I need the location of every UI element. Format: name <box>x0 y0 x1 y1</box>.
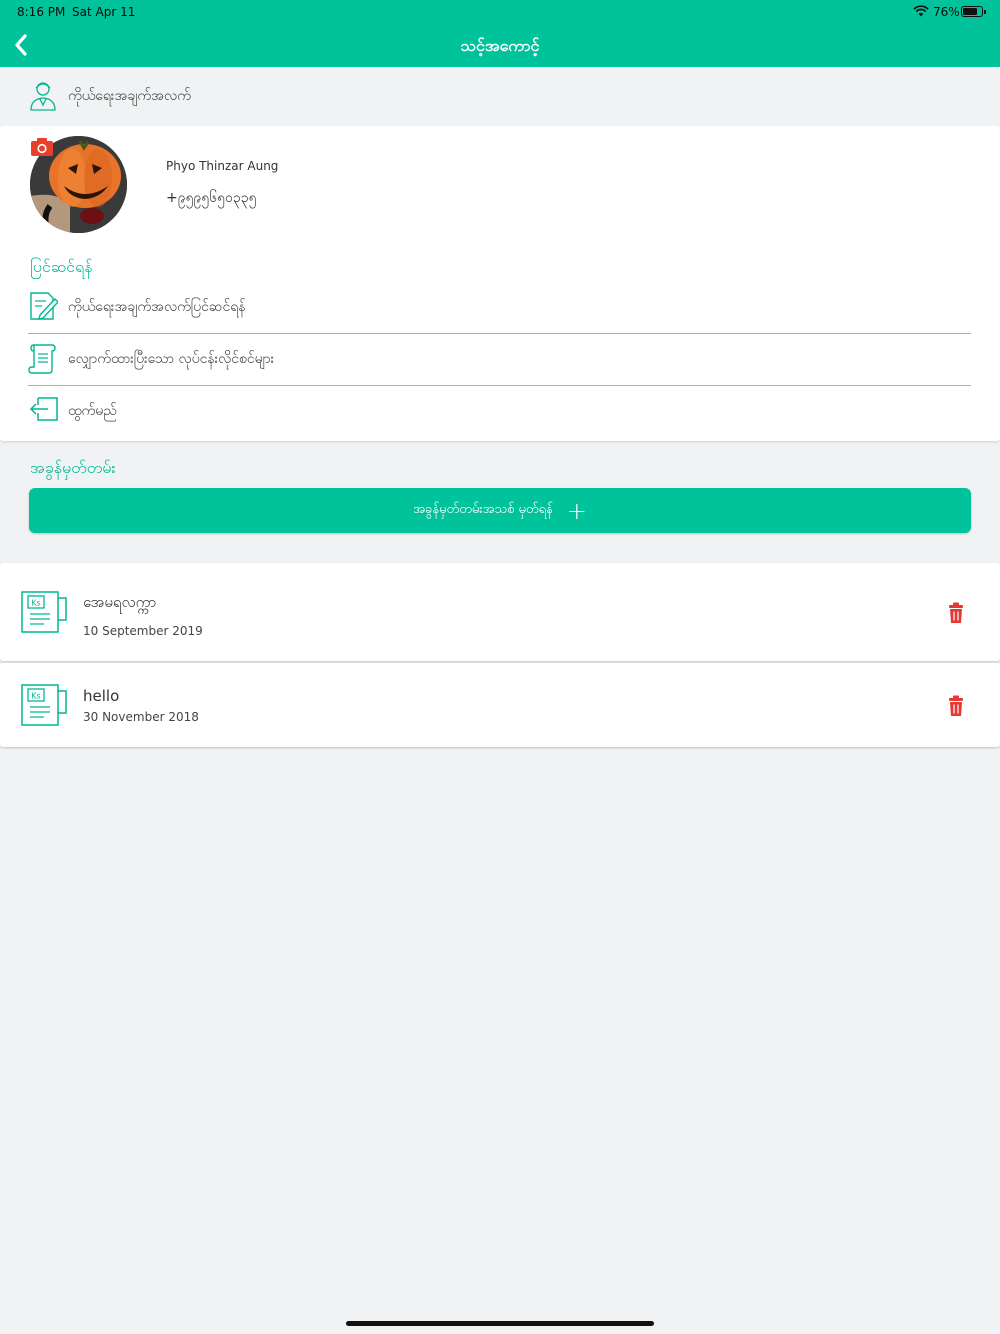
tax-record-date: 10 September 2019 <box>83 624 203 638</box>
nav-bar: သင့်အကောင့် <box>0 22 1000 67</box>
logout-icon <box>28 394 60 428</box>
user-outline-icon <box>28 79 58 115</box>
tax-records-title: အခွန်မှတ်တမ်း <box>30 458 116 477</box>
status-date: Sat Apr 11 <box>72 5 136 19</box>
menu-item-label: ကိုယ်ရေးအချက်အလက်ပြင်ဆင်ရန် <box>68 299 246 315</box>
menu-item-applied-licenses[interactable]: လျှောက်ထားပြီးသော လုပ်ငန်းလိုင်စင်များ <box>28 334 971 386</box>
page-title: သင့်အကောင့် <box>460 36 540 55</box>
ks-document-icon: Ks <box>20 590 68 638</box>
edit-section-title: ပြင်ဆင်ရန် <box>30 257 93 276</box>
tax-record-row[interactable]: Ks hello 30 November 2018 <box>0 663 1000 747</box>
camera-button[interactable] <box>30 137 54 157</box>
battery-percent: 76% <box>933 5 960 19</box>
tax-record-row[interactable]: Ks အေမရလက္ကာ 10 September 2019 <box>0 563 1000 661</box>
personal-info-header: ကိုယ်ရေးအချက်အလက် <box>0 67 1000 125</box>
profile-phone: +၉၅၉၅၆၅၀၃၃၅ <box>166 190 257 206</box>
tax-record-title: hello <box>83 687 120 705</box>
trash-icon <box>949 602 963 623</box>
svg-text:Ks: Ks <box>31 599 40 608</box>
svg-text:Ks: Ks <box>31 692 40 701</box>
battery-fill <box>963 8 977 15</box>
tax-record-date: 30 November 2018 <box>83 710 199 724</box>
status-time: 8:16 PM <box>17 5 66 19</box>
edit-document-icon <box>28 290 59 326</box>
profile-name: Phyo Thinzar Aung <box>166 159 279 173</box>
status-bar: 8:16 PM Sat Apr 11 76% <box>0 0 1000 22</box>
camera-icon <box>31 138 53 156</box>
wifi-icon <box>913 5 929 20</box>
menu-item-label: လျှောက်ထားပြီးသော လုပ်ငန်းလိုင်စင်များ <box>68 351 275 367</box>
ks-document-icon: Ks <box>20 683 68 731</box>
battery-icon <box>961 6 986 17</box>
profile-card: Phyo Thinzar Aung +၉၅၉၅၆၅၀၃၃၅ ပြင်ဆင်ရန်… <box>0 126 1000 441</box>
trash-icon <box>949 695 963 716</box>
delete-button[interactable] <box>946 602 966 624</box>
add-tax-record-label: အခွန်မှတ်တမ်းအသစ် မှတ်ရန် <box>413 502 553 517</box>
add-tax-record-button[interactable]: အခွန်မှတ်တမ်းအသစ် မှတ်ရန် + <box>29 488 971 533</box>
menu-item-label: ထွက်မည် <box>68 403 117 419</box>
scroll-icon <box>28 342 58 380</box>
menu-item-edit-profile[interactable]: ကိုယ်ရေးအချက်အလက်ပြင်ဆင်ရန် <box>28 282 971 334</box>
tax-record-title: အေမရလက္ကာ <box>83 593 157 611</box>
personal-info-label: ကိုယ်ရေးအချက်အလက် <box>68 88 191 104</box>
home-indicator[interactable] <box>346 1321 654 1326</box>
plus-icon: + <box>566 496 587 525</box>
delete-button[interactable] <box>946 695 966 717</box>
menu-item-logout[interactable]: ထွက်မည် <box>28 386 971 438</box>
